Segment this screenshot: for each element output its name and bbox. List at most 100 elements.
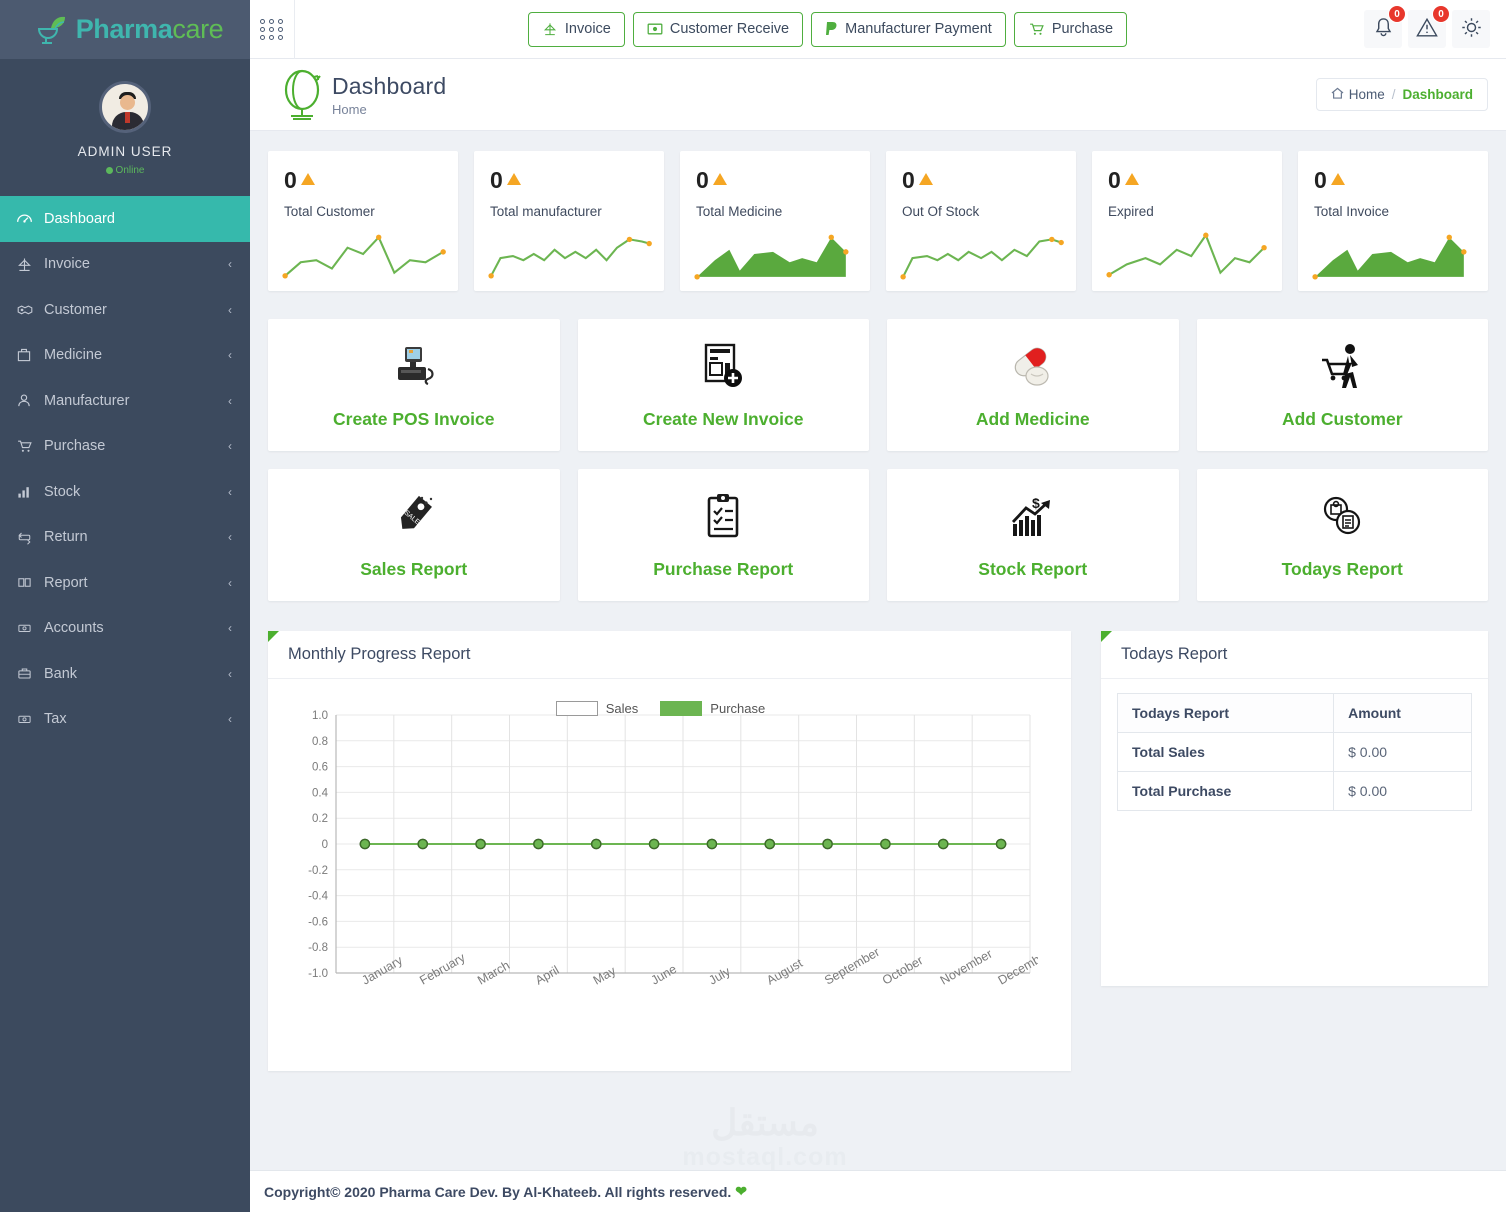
table-row: Total Purchase $ 0.00 (1116, 771, 1472, 811)
stat-card-total-medicine[interactable]: 0 Total Medicine (680, 151, 870, 291)
row-label: Total Sales (1116, 732, 1335, 772)
triangle-up-icon (712, 173, 727, 185)
invoice-button[interactable]: Invoice (527, 11, 625, 47)
table-head: Todays Report Amount (1116, 693, 1472, 733)
sidebar-item-dashboard[interactable]: Dashboard (0, 196, 250, 242)
scales-icon (542, 21, 558, 37)
svg-text:-0.8: -0.8 (308, 942, 328, 954)
sidebar-item-return[interactable]: Return ‹ (0, 515, 250, 561)
sidebar-item-bank[interactable]: Bank ‹ (0, 651, 250, 697)
monthly-progress-panel: Monthly Progress Report Sales Purchase 1… (268, 631, 1071, 1071)
sparkline-chart (488, 236, 652, 279)
home-icon (1331, 87, 1344, 102)
sidebar-item-medicine[interactable]: Medicine ‹ (0, 333, 250, 379)
svg-text:May: May (591, 963, 619, 987)
bottom-panels: Monthly Progress Report Sales Purchase 1… (268, 631, 1488, 1071)
page-title-block: Dashboard Home (332, 73, 1316, 117)
panel-title: Monthly Progress Report (288, 645, 471, 663)
tile-purchase-report[interactable]: Purchase Report (577, 469, 869, 601)
legend-item-sales[interactable]: Sales (555, 701, 639, 716)
stat-card-total-manufacturer[interactable]: 0 Total manufacturer (474, 151, 664, 291)
scales-icon (16, 256, 44, 273)
svg-text:November: November (938, 947, 995, 988)
chevron-left-icon: ‹ (228, 575, 232, 590)
sparkline-chart (282, 234, 446, 279)
row-value: $ 0.00 (1333, 732, 1472, 772)
breadcrumb: Home / Dashboard (1315, 78, 1488, 111)
stat-label: Expired (1108, 204, 1154, 219)
sidebar-item-accounts[interactable]: Accounts ‹ (0, 606, 250, 652)
cart-icon (16, 438, 44, 454)
tile-sales-report[interactable]: SALE Sales Report (268, 469, 560, 601)
button-label: Invoice (564, 21, 611, 37)
invoice-add-icon (700, 341, 746, 393)
stat-card-out-of-stock[interactable]: 0 Out Of Stock (886, 151, 1076, 291)
button-label: Manufacturer Payment (845, 21, 992, 37)
sidebar-item-report[interactable]: Report ‹ (0, 560, 250, 606)
legend-label: Sales (605, 701, 639, 716)
tile-create-new-invoice[interactable]: Create New Invoice (577, 319, 869, 451)
stat-value: 0 (1314, 167, 1327, 193)
mortar-pestle-leaf-icon (35, 15, 69, 45)
stat-card-total-customer[interactable]: 0 Total Customer (268, 151, 458, 291)
stat-card-total-invoice[interactable]: 0 Total Invoice (1298, 151, 1488, 291)
stat-value-wrap: 0 (284, 169, 444, 192)
breadcrumb-home[interactable]: Home (1331, 87, 1385, 102)
todays-report-table: Todays Report Amount Total Sales $ 0.00 (1116, 693, 1472, 811)
settings-button[interactable] (1452, 10, 1490, 48)
todays-report-panel: Todays Report Todays Report Amount Total… (1101, 631, 1488, 986)
dashboard-content: 0 Total Customer 0 Total manufacturer 0 … (250, 131, 1506, 1170)
legend-item-purchase[interactable]: Purchase (660, 701, 765, 716)
customer-receive-button[interactable]: Customer Receive (632, 11, 804, 47)
quick-action-tiles: Create POS Invoice Create New Invoice Ad… (268, 319, 1488, 601)
tile-todays-report[interactable]: Todays Report (1196, 469, 1488, 601)
sidebar-item-invoice[interactable]: Invoice ‹ (0, 242, 250, 288)
page-title: Dashboard (332, 72, 447, 99)
purchase-button[interactable]: Purchase (1013, 11, 1128, 47)
chevron-left-icon: ‹ (228, 348, 232, 363)
sidebar: Pharmacare ADMIN USER Online Dashboard I… (0, 0, 250, 1212)
manufacturer-payment-button[interactable]: Manufacturer Payment (811, 11, 1006, 47)
tile-label: Purchase Report (653, 558, 794, 579)
tile-stock-report[interactable]: $ Stock Report (887, 469, 1179, 601)
column-header-amount: Amount (1333, 693, 1472, 733)
monthly-progress-chart[interactable]: Sales Purchase 1.0 0.8 0.6 0.4 0.2 0 -0.2 -0.4-… (284, 693, 1055, 1073)
stat-value: 0 (696, 167, 709, 193)
brand-logo-area[interactable]: Pharmacare (0, 0, 250, 59)
tile-create-pos-invoice[interactable]: Create POS Invoice (268, 319, 560, 451)
stat-label: Total Invoice (1314, 204, 1390, 219)
triangle-up-icon (1124, 173, 1139, 185)
stat-label: Out Of Stock (902, 204, 980, 219)
svg-text:-0.6: -0.6 (308, 916, 328, 928)
sidebar-item-purchase[interactable]: Purchase ‹ (0, 424, 250, 470)
stat-label: Total Medicine (696, 204, 783, 219)
alerts-button[interactable]: 0 (1408, 5, 1450, 48)
alert-badge: 0 (1432, 5, 1450, 23)
sidebar-item-label: Customer (44, 301, 107, 318)
stat-label: Total manufacturer (490, 204, 602, 219)
triangle-up-icon (506, 173, 521, 185)
sidebar-item-tax[interactable]: Tax ‹ (0, 697, 250, 743)
sidebar-item-label: Dashboard (44, 210, 115, 227)
column-header-report: Todays Report (1116, 693, 1335, 733)
book-icon (16, 575, 44, 590)
tile-add-customer[interactable]: Add Customer (1196, 319, 1488, 451)
tile-label: Add Medicine (975, 408, 1090, 429)
notifications-button[interactable]: 0 (1364, 5, 1406, 48)
svg-text:$: $ (1032, 495, 1040, 511)
tile-add-medicine[interactable]: Add Medicine (887, 319, 1179, 451)
sidebar-item-manufacturer[interactable]: Manufacturer ‹ (0, 378, 250, 424)
panel-header: Monthly Progress Report (268, 631, 1071, 679)
stat-card-expired[interactable]: 0 Expired (1092, 151, 1282, 291)
pos-terminal-icon (388, 341, 440, 393)
stat-value-wrap: 0 (696, 169, 856, 192)
svg-text:-1.0: -1.0 (308, 968, 328, 980)
user-profile[interactable]: ADMIN USER Online (0, 59, 250, 196)
chevron-left-icon: ‹ (228, 302, 232, 317)
sidebar-item-label: Bank (44, 665, 78, 682)
sidebar-item-stock[interactable]: Stock ‹ (0, 469, 250, 515)
sidebar-item-customer[interactable]: Customer ‹ (0, 287, 250, 333)
grid-dots-icon[interactable] (250, 0, 295, 59)
page-subtitle: Home (332, 101, 367, 117)
paypal-icon (825, 21, 838, 38)
